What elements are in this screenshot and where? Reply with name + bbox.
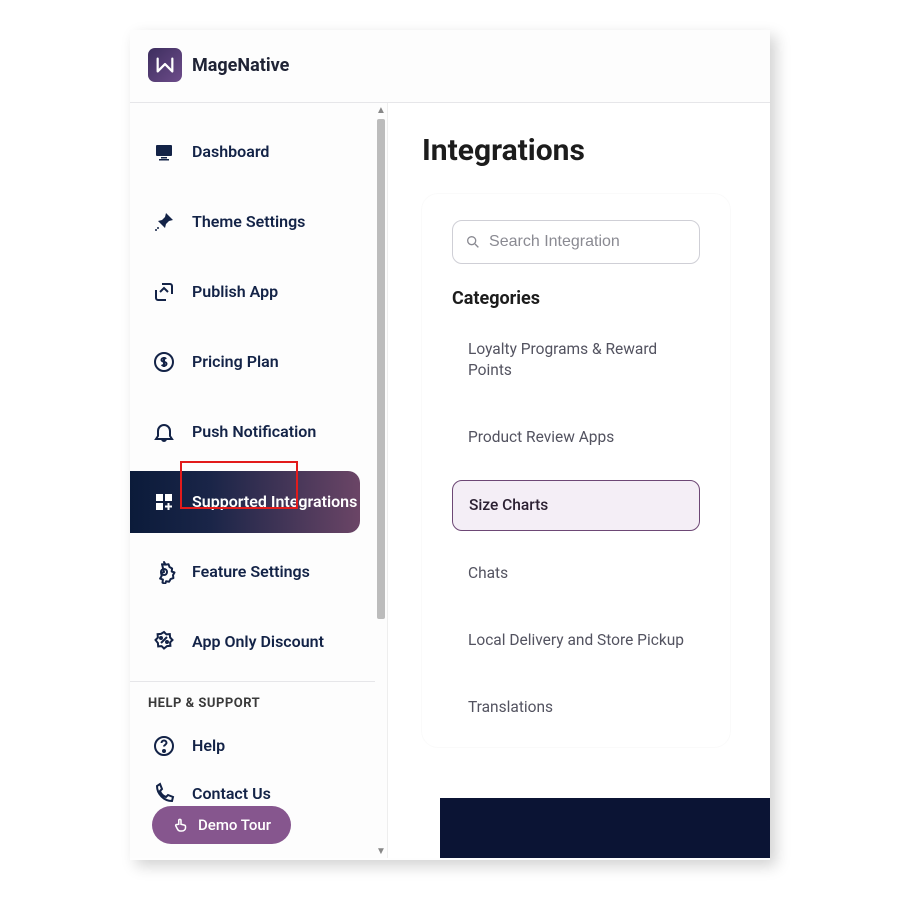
- brand-logo-icon: [148, 48, 182, 82]
- sidebar: Dashboard Theme Settings Pub: [130, 103, 375, 858]
- main-content: Integrations Categories Loyalty Programs…: [388, 103, 770, 858]
- sidebar-item-label: Dashboard: [192, 142, 269, 162]
- integrations-icon: [152, 490, 176, 514]
- theme-icon: [152, 210, 176, 234]
- brand-name: MageNative: [192, 55, 289, 76]
- publish-icon: [152, 280, 176, 304]
- sidebar-item-label: Contact Us: [192, 784, 271, 804]
- header: MageNative: [130, 30, 770, 102]
- sidebar-item-label: App Only Discount: [192, 632, 324, 652]
- category-chats[interactable]: Chats: [452, 549, 700, 598]
- categories-heading: Categories: [452, 288, 700, 309]
- sidebar-item-theme-settings[interactable]: Theme Settings: [130, 191, 360, 253]
- sidebar-item-help[interactable]: Help: [130, 723, 360, 769]
- sidebar-item-label: Help: [192, 736, 225, 756]
- demo-tour-label: Demo Tour: [198, 816, 271, 834]
- scroll-down-icon[interactable]: ▼: [375, 844, 387, 858]
- bell-icon: [152, 420, 176, 444]
- category-translations[interactable]: Translations: [452, 683, 700, 732]
- pricing-icon: [152, 350, 176, 374]
- sidebar-item-push-notification[interactable]: Push Notification: [130, 401, 360, 463]
- sidebar-item-dashboard[interactable]: Dashboard: [130, 121, 360, 183]
- sidebar-item-label: Supported Integrations: [192, 492, 357, 512]
- help-icon: [152, 734, 176, 758]
- sidebar-item-label: Pricing Plan: [192, 352, 279, 372]
- search-input-wrapper[interactable]: [452, 220, 700, 264]
- category-product-review-apps[interactable]: Product Review Apps: [452, 413, 700, 462]
- hand-pointer-icon: [172, 816, 190, 834]
- phone-icon: [152, 782, 176, 806]
- discount-icon: [152, 630, 176, 654]
- bottom-bar: [440, 798, 770, 858]
- sidebar-item-label: Feature Settings: [192, 562, 310, 582]
- integrations-panel: Categories Loyalty Programs & Reward Poi…: [422, 194, 730, 747]
- dashboard-icon: [152, 140, 176, 164]
- page-title: Integrations: [422, 133, 770, 168]
- sidebar-item-label: Publish App: [192, 282, 278, 302]
- search-input[interactable]: [489, 233, 687, 251]
- category-loyalty-programs[interactable]: Loyalty Programs & Reward Points: [452, 325, 700, 395]
- category-local-delivery[interactable]: Local Delivery and Store Pickup: [452, 616, 700, 665]
- sidebar-item-label: Push Notification: [192, 422, 316, 442]
- sidebar-item-publish-app[interactable]: Publish App: [130, 261, 360, 323]
- sidebar-item-feature-settings[interactable]: Feature Settings: [130, 541, 360, 603]
- sidebar-scrollbar[interactable]: ▲ ▼: [375, 103, 387, 858]
- sidebar-item-label: Theme Settings: [192, 212, 305, 232]
- search-icon: [465, 233, 481, 251]
- help-support-section-label: HELP & SUPPORT: [130, 681, 375, 723]
- scrollbar-thumb[interactable]: [377, 119, 385, 619]
- scroll-up-icon[interactable]: ▲: [375, 103, 387, 117]
- sidebar-item-app-only-discount[interactable]: App Only Discount: [130, 611, 360, 673]
- sidebar-item-supported-integrations[interactable]: Supported Integrations: [130, 471, 360, 533]
- gear-icon: [152, 560, 176, 584]
- category-size-charts[interactable]: Size Charts: [452, 480, 700, 531]
- sidebar-item-pricing-plan[interactable]: Pricing Plan: [130, 331, 360, 393]
- demo-tour-button[interactable]: Demo Tour: [152, 806, 291, 844]
